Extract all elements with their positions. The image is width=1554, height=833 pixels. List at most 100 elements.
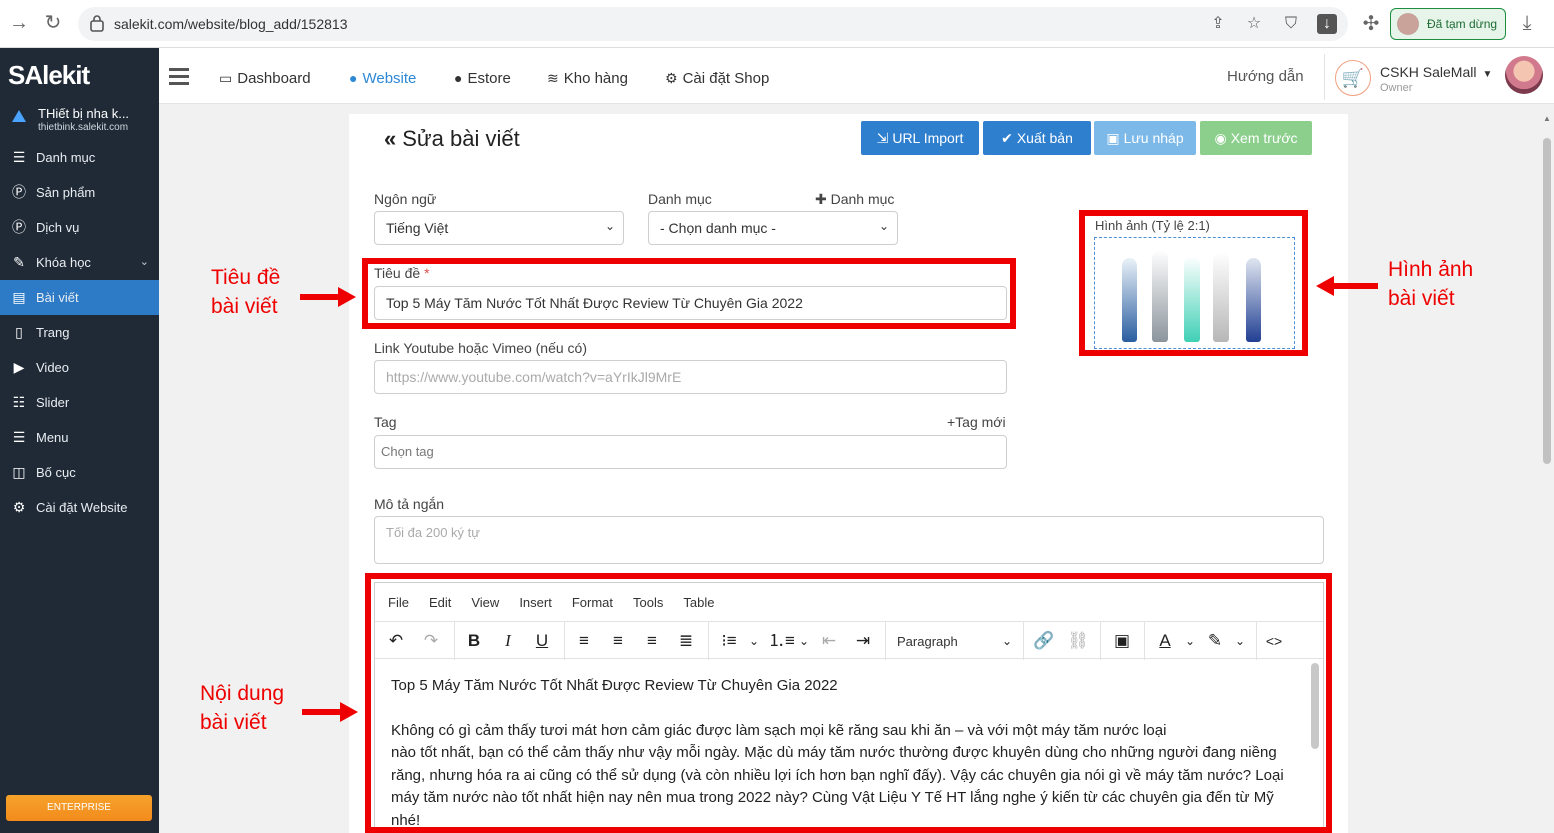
eye-icon: ◉ xyxy=(1214,130,1227,146)
sidebar-item-label: Khóa học xyxy=(36,255,91,270)
cart-icon: 🛒 xyxy=(1335,60,1371,96)
extensions-icon[interactable]: ✣ xyxy=(1360,13,1382,35)
preview-button[interactable]: ◉ Xem trước xyxy=(1200,121,1312,155)
sidebar-item-menu[interactable]: ☰ Menu xyxy=(0,420,159,455)
content-annotation: Nội dung bài viết xyxy=(200,679,284,737)
hamburger-icon[interactable] xyxy=(169,68,189,85)
shop-name: THiết bị nha k... xyxy=(38,106,130,121)
sidebar-item-video[interactable]: ▶ Video xyxy=(0,350,159,385)
sidebar-item-label: Bố cục xyxy=(36,465,76,480)
profile-status: Đã tạm dừng xyxy=(1427,17,1498,31)
add-category-link[interactable]: ✚ Danh mục xyxy=(815,191,894,208)
sidebar-item-label: Trang xyxy=(36,325,70,340)
monitor-icon: ▭ xyxy=(219,70,233,86)
video-url-input[interactable]: https://www.youtube.com/watch?v=aYrIkJl9… xyxy=(374,360,1007,394)
short-description-textarea[interactable]: Tối đa 200 ký tự xyxy=(374,516,1324,564)
nav-cai-dat-shop[interactable]: ⚙ Cài đặt Shop xyxy=(665,70,769,87)
profile-button[interactable]: Đã tạm dừng xyxy=(1390,8,1506,40)
enterprise-badge[interactable]: ENTERPRISE xyxy=(6,795,152,821)
annotation-line: Hình ảnh xyxy=(1388,258,1474,281)
avatar[interactable] xyxy=(1505,56,1543,94)
user-role: Owner xyxy=(1380,82,1413,94)
newspaper-icon: ▤ xyxy=(12,289,26,305)
select-value: - Chọn danh mục - xyxy=(660,220,776,236)
layout-icon: ◫ xyxy=(12,464,26,480)
scroll-up-icon[interactable]: ▲ xyxy=(1543,114,1551,123)
image-annotation: Hình ảnh bài viết xyxy=(1388,255,1473,313)
sidebar-item-label: Video xyxy=(36,360,70,375)
plus-icon: ✚ xyxy=(815,191,827,207)
sidebar-item-danh-muc[interactable]: ☰ Danh mục xyxy=(0,140,159,175)
sidebar-item-label: Slider xyxy=(36,395,70,410)
chevron-down-icon: ⌄ xyxy=(878,219,889,233)
download-icon[interactable]: ↓ xyxy=(1317,14,1337,34)
select-value: Tiếng Việt xyxy=(386,220,449,236)
language-select[interactable]: Tiếng Việt ⌄ xyxy=(374,211,624,245)
star-icon[interactable]: ☆ xyxy=(1244,14,1264,34)
share-icon[interactable]: ⇪ xyxy=(1208,14,1228,34)
shop-domain: thietbink.salekit.com xyxy=(38,122,129,133)
new-tag-link[interactable]: +Tag mới xyxy=(947,414,1006,430)
shield-icon[interactable]: ⛉ xyxy=(1281,14,1301,34)
add-category-label: Danh mục xyxy=(830,191,895,207)
layers-icon: ≋ xyxy=(547,70,559,86)
shop-icon xyxy=(12,110,26,122)
sidebar-item-slider[interactable]: ☷ Slider xyxy=(0,385,159,420)
sidebar-item-san-pham[interactable]: Ⓟ Sản phẩm xyxy=(0,175,159,210)
scroll-thumb[interactable] xyxy=(1543,138,1551,464)
sidebar-item-label: Bài viết xyxy=(36,290,79,305)
sidebar-menu: ☰ Danh mục Ⓟ Sản phẩm Ⓟ Dịch vụ ✎ Khóa học ⌄ … xyxy=(0,140,159,525)
nav-estore[interactable]: ● Estore xyxy=(454,70,511,87)
sidebar: SAlekit THiết bị nha k... thietbink.sale… xyxy=(0,48,159,833)
nav-dashboard[interactable]: ▭ Dashboard xyxy=(219,70,311,87)
nav-kho-hang[interactable]: ≋ Kho hàng xyxy=(547,70,628,87)
address-bar[interactable]: salekit.com/website/blog_add/152813 ⇪ ☆ … xyxy=(78,7,1348,41)
help-link[interactable]: Hướng dẫn xyxy=(1227,68,1304,85)
sidebar-item-dich-vu[interactable]: Ⓟ Dịch vụ xyxy=(0,210,159,245)
browser-toolbar: → ↻ salekit.com/website/blog_add/152813 … xyxy=(0,0,1554,48)
sidebar-item-bai-viet[interactable]: ▤ Bài viết xyxy=(0,280,159,315)
sidebar-item-label: Cài đặt Website xyxy=(36,500,128,515)
sidebar-item-bo-cuc[interactable]: ◫ Bố cục xyxy=(0,455,159,490)
nav-label: Kho hàng xyxy=(563,70,628,87)
book-icon: ✎ xyxy=(13,254,25,270)
sidebar-item-label: Menu xyxy=(36,430,69,445)
sidebar-item-label: Sản phẩm xyxy=(36,185,96,200)
downloads-icon[interactable]: ⤓ xyxy=(1516,12,1538,34)
publish-button[interactable]: ✔ Xuất bản xyxy=(983,121,1091,155)
profile-avatar xyxy=(1397,13,1419,35)
tag-input[interactable]: Chọn tag xyxy=(374,435,1007,469)
annotation-line: bài viết xyxy=(200,711,267,734)
page-scrollbar[interactable]: ▲ xyxy=(1539,104,1554,833)
save-icon: ▣ xyxy=(1106,130,1120,146)
page-icon: ▯ xyxy=(15,324,23,340)
sidebar-item-khoa-hoc[interactable]: ✎ Khóa học ⌄ xyxy=(0,245,159,280)
url-import-button[interactable]: ⇲ URL Import xyxy=(861,121,979,155)
page-title-text: Sửa bài viết xyxy=(402,126,520,151)
content-highlight-box xyxy=(365,573,1332,833)
url-text: salekit.com/website/blog_add/152813 xyxy=(114,16,348,32)
globe-icon: ● xyxy=(454,70,463,86)
list-icon: ☰ xyxy=(12,149,26,165)
user-menu[interactable]: CSKH SaleMall ▼ xyxy=(1380,64,1492,80)
sliders-icon: ☷ xyxy=(12,394,26,410)
nav-label: Estore xyxy=(467,70,511,87)
reload-icon[interactable]: ↻ xyxy=(42,12,64,34)
forward-icon[interactable]: → xyxy=(8,12,30,34)
language-label: Ngôn ngữ xyxy=(374,191,437,207)
save-draft-button[interactable]: ▣ Lưu nháp xyxy=(1094,121,1196,155)
logo: SAlekit xyxy=(8,60,90,90)
import-icon: ⇲ xyxy=(876,130,889,146)
gear-icon: ⚙ xyxy=(12,499,26,515)
video-label: Link Youtube hoặc Vimeo (nếu có) xyxy=(374,340,588,356)
category-select[interactable]: - Chọn danh mục - ⌄ xyxy=(648,211,898,245)
sidebar-item-cai-dat-website[interactable]: ⚙ Cài đặt Website xyxy=(0,490,159,525)
content-arrow-icon xyxy=(302,702,358,722)
lock-icon xyxy=(90,15,104,32)
sidebar-item-label: Danh mục xyxy=(36,150,96,165)
back-icon[interactable]: « xyxy=(384,126,396,151)
title-arrow-icon xyxy=(300,287,356,307)
sidebar-item-trang[interactable]: ▯ Trang xyxy=(0,315,159,350)
nav-website[interactable]: ● Website xyxy=(349,70,416,87)
title-annotation: Tiêu đề bài viết xyxy=(211,263,280,321)
